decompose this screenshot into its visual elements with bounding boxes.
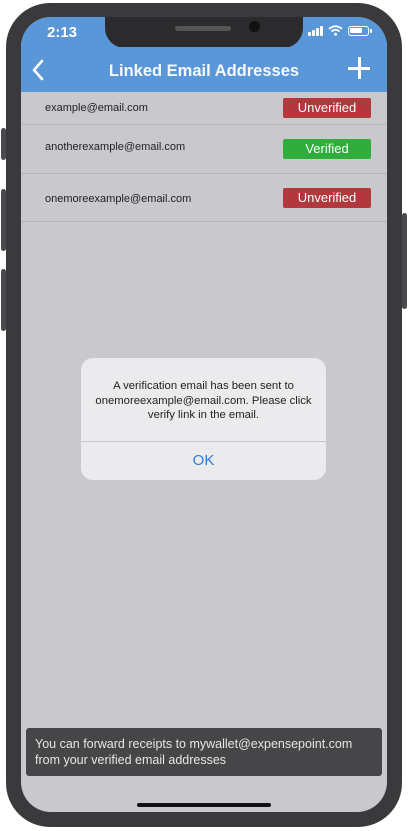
alert-message-line: verify link in the email. xyxy=(147,409,260,421)
wifi-icon xyxy=(328,25,343,36)
signal-icon xyxy=(308,25,323,36)
mute-switch xyxy=(1,128,6,160)
toast-line: from your verified email addresses xyxy=(35,753,227,767)
add-email-plus-icon[interactable] xyxy=(347,56,371,80)
volume-up-button xyxy=(1,189,6,251)
home-indicator[interactable] xyxy=(137,803,271,807)
alert-message-line: onemoreexample@email.com. Please click xyxy=(95,394,312,407)
status-icons xyxy=(308,25,372,36)
speaker-grille xyxy=(175,26,231,31)
alert-message-line: A verification email has been sent to xyxy=(113,380,294,392)
email-row[interactable]: onemoreexample@email.com Unverified xyxy=(21,174,387,222)
email-list: example@email.com Unverified anotherexam… xyxy=(21,92,387,222)
status-badge[interactable]: Verified xyxy=(283,139,371,159)
email-address: onemoreexample@email.com xyxy=(45,193,192,205)
nav-bar: Linked Email Addresses xyxy=(21,47,387,92)
email-address: example@email.com xyxy=(45,102,148,114)
screen: 2:13 Linked Email Addresses example@emai… xyxy=(21,17,387,812)
status-badge[interactable]: Unverified xyxy=(283,188,371,208)
status-time: 2:13 xyxy=(47,24,78,41)
page-title: Linked Email Addresses xyxy=(108,62,300,80)
front-camera xyxy=(249,21,260,32)
battery-icon xyxy=(348,25,372,36)
verification-alert-dialog: A verification email has been sent to on… xyxy=(81,358,326,480)
email-row[interactable]: example@email.com Unverified xyxy=(21,92,387,125)
forwarding-info-toast: You can forward receipts to mywallet@exp… xyxy=(26,728,382,776)
volume-down-button xyxy=(1,269,6,331)
ok-button[interactable]: OK xyxy=(81,441,326,480)
notch xyxy=(105,17,303,48)
email-address: anotherexample@email.com xyxy=(45,141,186,153)
status-badge[interactable]: Unverified xyxy=(283,98,371,118)
toast-line: You can forward receipts to mywallet@exp… xyxy=(35,737,353,751)
power-button xyxy=(402,213,407,309)
alert-message: A verification email has been sent to on… xyxy=(87,379,320,423)
email-row[interactable]: anotherexample@email.com Verified xyxy=(21,125,387,174)
